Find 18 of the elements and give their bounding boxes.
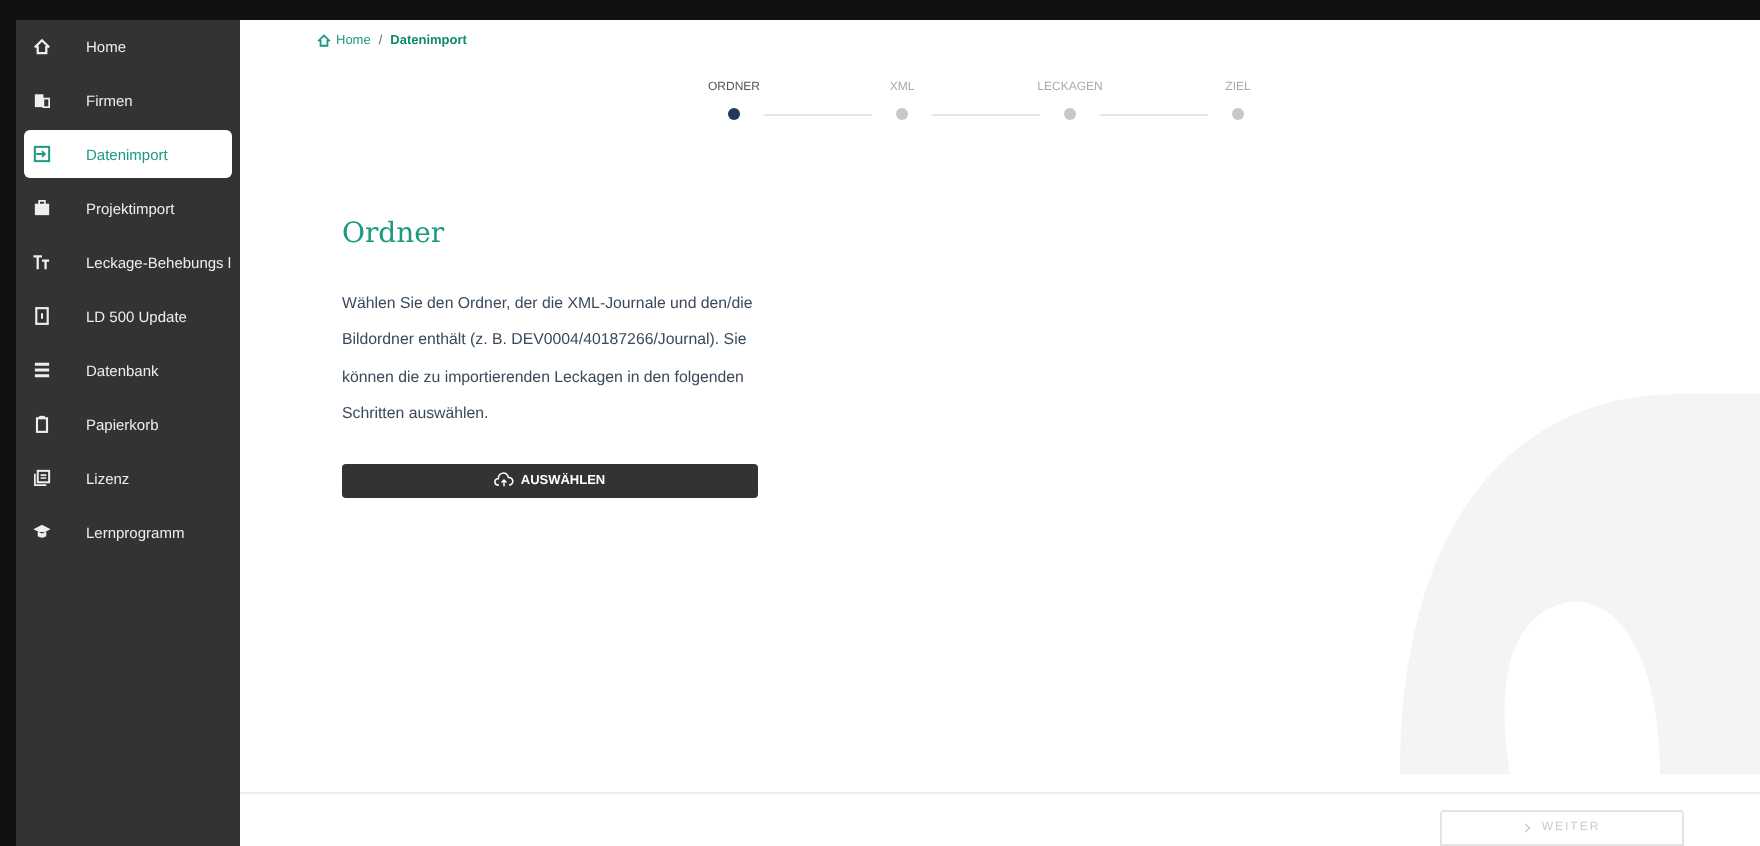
import-icon (32, 144, 52, 164)
page-title: Ordner (342, 218, 447, 250)
text-size-icon (32, 252, 52, 272)
home-icon (32, 36, 52, 56)
chevron-icon (1523, 822, 1532, 834)
tablet-icon (32, 306, 52, 326)
step-dot[interactable] (1064, 108, 1076, 120)
graduation-cap-icon (32, 522, 52, 542)
step-dot[interactable] (1232, 108, 1244, 120)
step-dot[interactable] (896, 108, 908, 120)
briefcase-icon (32, 198, 52, 218)
step-dot[interactable] (728, 108, 740, 120)
building-icon (32, 90, 52, 110)
home-icon (316, 32, 332, 48)
cloud-upload-icon (494, 472, 515, 489)
list-icon (32, 360, 52, 380)
trash-icon (32, 414, 52, 434)
documents-icon (32, 468, 52, 488)
